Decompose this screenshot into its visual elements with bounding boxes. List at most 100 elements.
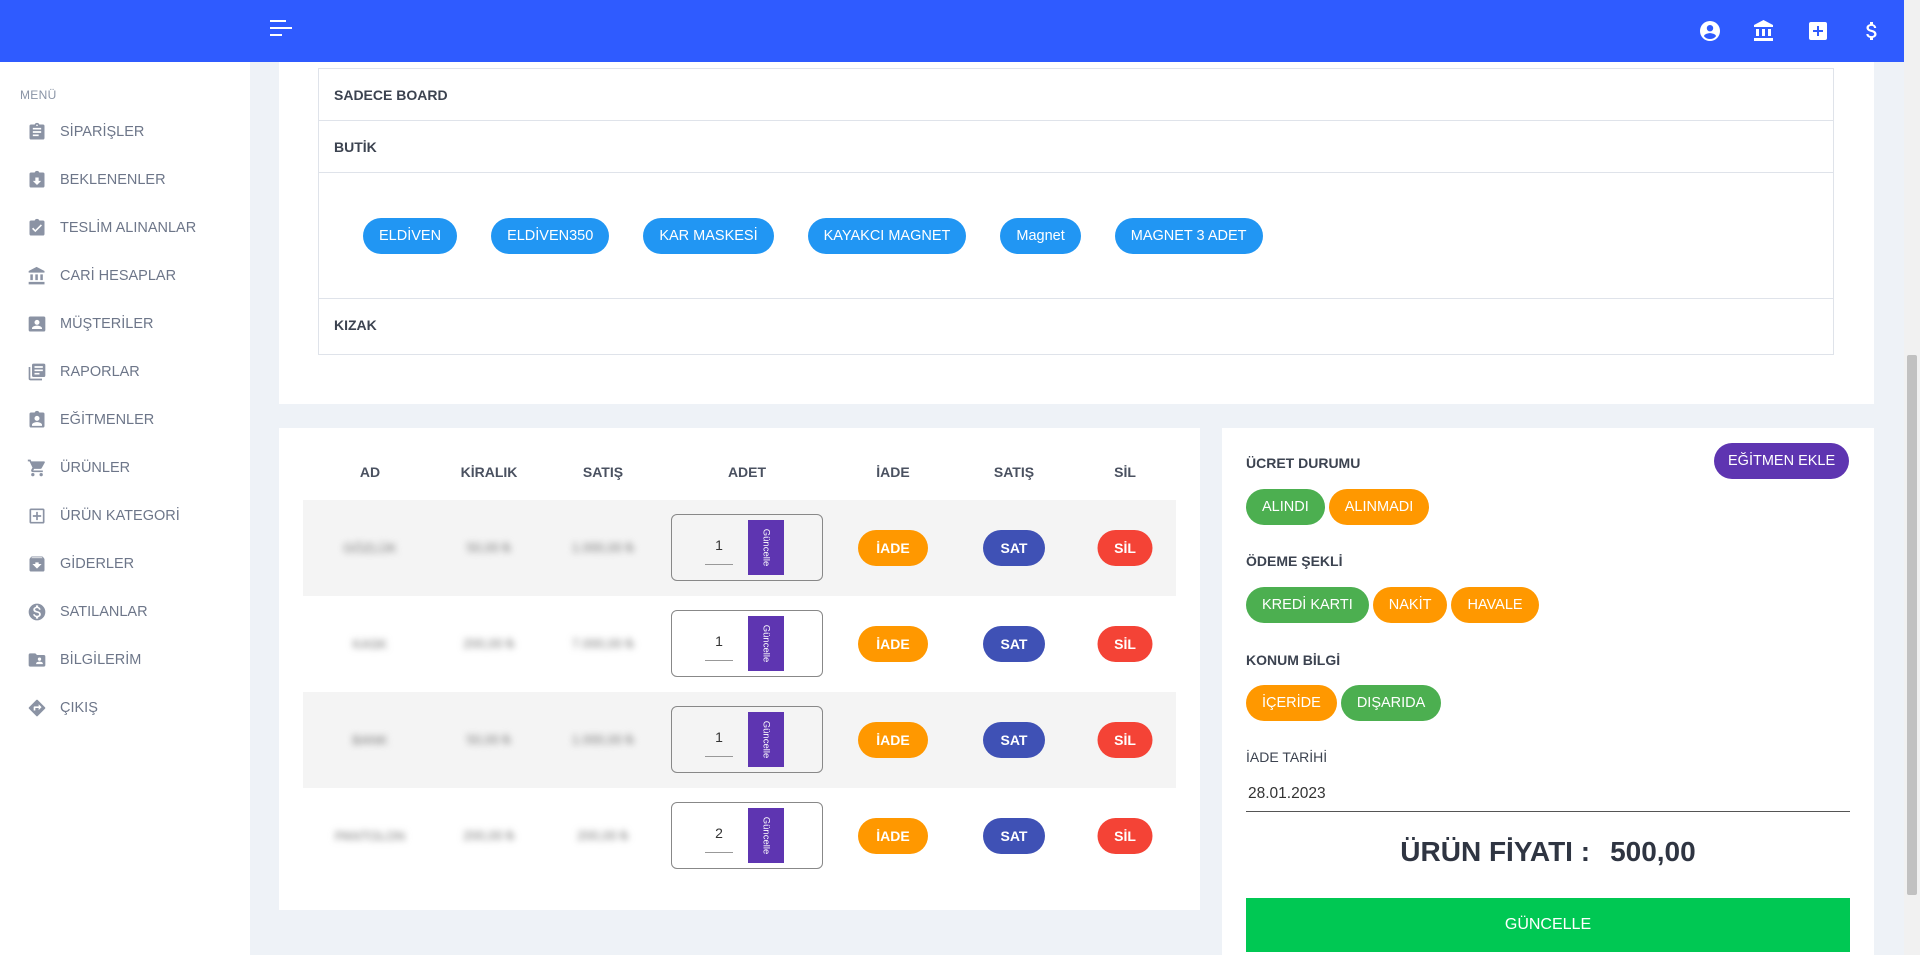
quantity-stepper: 1 Güncelle bbox=[671, 610, 823, 677]
delete-button[interactable]: SİL bbox=[1097, 626, 1153, 662]
return-button[interactable]: İADE bbox=[858, 722, 928, 758]
payment-option-kredi-karti[interactable]: KREDİ KARTI bbox=[1246, 587, 1369, 623]
sidebar-item-11[interactable]: BİLGİLERİM bbox=[0, 636, 250, 684]
product-name: BANK bbox=[352, 732, 388, 748]
sidebar-item-3[interactable]: CARİ HESAPLAR bbox=[0, 252, 250, 300]
product-name: PANTOLON bbox=[334, 828, 406, 844]
product-name: GÖZLÜK bbox=[343, 540, 397, 556]
add-instructor-button[interactable]: EĞİTMEN EKLE bbox=[1714, 443, 1850, 479]
order-items-card: AD KİRALIK SATIŞ ADET İADE SATIŞ SİL GÖZLÜK 50,… bbox=[279, 428, 1200, 910]
sidebar-item-label: EĞİTMENLER bbox=[60, 412, 155, 428]
sale-price: 1.000,00 ₺ bbox=[571, 732, 635, 747]
sale-price: 7.000,00 ₺ bbox=[571, 636, 635, 651]
sell-button[interactable]: SAT bbox=[983, 818, 1045, 854]
cart-icon bbox=[26, 457, 48, 479]
account-icon[interactable] bbox=[1696, 17, 1724, 45]
sidebar-item-12[interactable]: ÇIKIŞ bbox=[0, 684, 250, 732]
quantity-input[interactable]: 2 bbox=[705, 825, 733, 853]
sidebar-item-1[interactable]: BEKLENENLER bbox=[0, 156, 250, 204]
table-row: KASK 200,00 ₺ 7.000,00 ₺ 1 Güncelle İADE SAT Sİ… bbox=[303, 596, 1176, 692]
return-date-field[interactable]: 28.01.2023 bbox=[1246, 776, 1850, 812]
pending-icon bbox=[26, 169, 48, 191]
category-chip[interactable]: KAYAKCI MAGNET bbox=[807, 217, 967, 254]
category-row-kizak[interactable]: KIZAK bbox=[319, 299, 1833, 351]
rent-price: 200,00 ₺ bbox=[463, 636, 515, 651]
column-header: SİL bbox=[1114, 464, 1136, 480]
fee-option-alinmadi[interactable]: ALINMADI bbox=[1328, 489, 1430, 525]
topbar bbox=[250, 0, 1904, 62]
sidebar-menu: SİPARİŞLER BEKLENENLER TESLİM ALINANLAR CAR… bbox=[0, 108, 250, 732]
report-icon bbox=[26, 361, 48, 383]
sale-price: 200,00 ₺ bbox=[577, 828, 629, 843]
update-button[interactable]: GÜNCELLE bbox=[1246, 898, 1850, 952]
sidebar-item-label: CARİ HESAPLAR bbox=[60, 268, 177, 284]
sidebar-item-6[interactable]: EĞİTMENLER bbox=[0, 396, 250, 444]
category-chip[interactable]: MAGNET 3 ADET bbox=[1114, 217, 1263, 254]
delete-button[interactable]: SİL bbox=[1097, 722, 1153, 758]
menu-toggle-icon[interactable] bbox=[270, 20, 292, 38]
sidebar-item-label: BİLGİLERİM bbox=[60, 652, 142, 668]
sidebar-item-9[interactable]: GİDERLER bbox=[0, 540, 250, 588]
return-button[interactable]: İADE bbox=[858, 818, 928, 854]
sidebar-item-label: ÜRÜN KATEGORİ bbox=[60, 508, 180, 524]
delete-button[interactable]: SİL bbox=[1097, 818, 1153, 854]
location-option-disarida[interactable]: DIŞARIDA bbox=[1340, 685, 1442, 721]
category-chip[interactable]: Magnet bbox=[1000, 217, 1081, 254]
category-row-sadece-board[interactable]: SADECE BOARD bbox=[319, 69, 1833, 121]
payment-option-havale[interactable]: HAVALE bbox=[1451, 587, 1539, 623]
bank-icon bbox=[26, 265, 48, 287]
product-price-label: ÜRÜN FİYATI : bbox=[1400, 836, 1591, 867]
scrollbar-thumb[interactable] bbox=[1907, 355, 1917, 895]
plus-box-icon[interactable] bbox=[1804, 17, 1832, 45]
quantity-input[interactable]: 1 bbox=[705, 729, 733, 757]
fee-option-alindi[interactable]: ALINDI bbox=[1246, 489, 1325, 525]
dollar-icon[interactable] bbox=[1858, 17, 1886, 45]
sidebar-item-10[interactable]: SATILANLAR bbox=[0, 588, 250, 636]
add-box-icon bbox=[26, 505, 48, 527]
sidebar: MENÜ SİPARİŞLER BEKLENENLER TESLİM ALINANL… bbox=[0, 0, 250, 955]
quantity-update-button[interactable]: Güncelle bbox=[748, 712, 784, 767]
return-button[interactable]: İADE bbox=[858, 626, 928, 662]
sidebar-item-label: RAPORLAR bbox=[60, 364, 140, 380]
quantity-update-button[interactable]: Güncelle bbox=[748, 616, 784, 671]
category-list: SADECE BOARD BUTİK ELDİVEN ELDİVEN350 KAR … bbox=[318, 68, 1834, 355]
location-option-iceride[interactable]: İÇERİDE bbox=[1246, 685, 1337, 721]
category-chip[interactable]: KAR MASKESİ bbox=[643, 217, 774, 254]
sidebar-item-label: GİDERLER bbox=[60, 556, 135, 572]
sell-button[interactable]: SAT bbox=[983, 626, 1045, 662]
location-label: KONUM BİLGİ bbox=[1246, 652, 1341, 668]
quantity-input[interactable]: 1 bbox=[705, 537, 733, 565]
category-chip[interactable]: ELDİVEN350 bbox=[491, 217, 610, 254]
sidebar-item-8[interactable]: ÜRÜN KATEGORİ bbox=[0, 492, 250, 540]
quantity-update-button[interactable]: Güncelle bbox=[748, 520, 784, 575]
sell-button[interactable]: SAT bbox=[983, 722, 1045, 758]
archive-icon bbox=[26, 553, 48, 575]
quantity-input[interactable]: 1 bbox=[705, 633, 733, 661]
delete-button[interactable]: SİL bbox=[1097, 530, 1153, 566]
sidebar-item-label: ÜRÜNLER bbox=[60, 460, 131, 476]
sidebar-item-label: SATILANLAR bbox=[60, 604, 148, 620]
category-row-butik[interactable]: BUTİK bbox=[319, 121, 1833, 173]
check-clipboard-icon bbox=[26, 217, 48, 239]
sidebar-item-5[interactable]: RAPORLAR bbox=[0, 348, 250, 396]
instructor-icon bbox=[26, 409, 48, 431]
category-chip[interactable]: ELDİVEN bbox=[363, 217, 458, 254]
payment-method-label: ÖDEME ŞEKLİ bbox=[1246, 553, 1343, 569]
sidebar-item-label: BEKLENENLER bbox=[60, 172, 166, 188]
category-card: SADECE BOARD BUTİK ELDİVEN ELDİVEN350 KAR … bbox=[279, 62, 1874, 404]
quantity-update-button[interactable]: Güncelle bbox=[748, 808, 784, 863]
sell-button[interactable]: SAT bbox=[983, 530, 1045, 566]
sidebar-item-2[interactable]: TESLİM ALINANLAR bbox=[0, 204, 250, 252]
return-button[interactable]: İADE bbox=[858, 530, 928, 566]
sidebar-item-4[interactable]: MÜŞTERİLER bbox=[0, 300, 250, 348]
payment-option-nakit[interactable]: NAKİT bbox=[1372, 587, 1448, 623]
sidebar-item-7[interactable]: ÜRÜNLER bbox=[0, 444, 250, 492]
menu-heading: MENÜ bbox=[20, 88, 57, 102]
clipboard-icon bbox=[26, 121, 48, 143]
page-scrollbar[interactable] bbox=[1904, 0, 1920, 955]
quantity-stepper: 1 Güncelle bbox=[671, 514, 823, 581]
bank-icon[interactable] bbox=[1750, 17, 1778, 45]
sidebar-item-0[interactable]: SİPARİŞLER bbox=[0, 108, 250, 156]
table-row: GÖZLÜK 50,00 ₺ 1.000,00 ₺ 1 Güncelle İADE SAT S… bbox=[303, 500, 1176, 596]
column-header: SATIŞ bbox=[993, 464, 1035, 480]
